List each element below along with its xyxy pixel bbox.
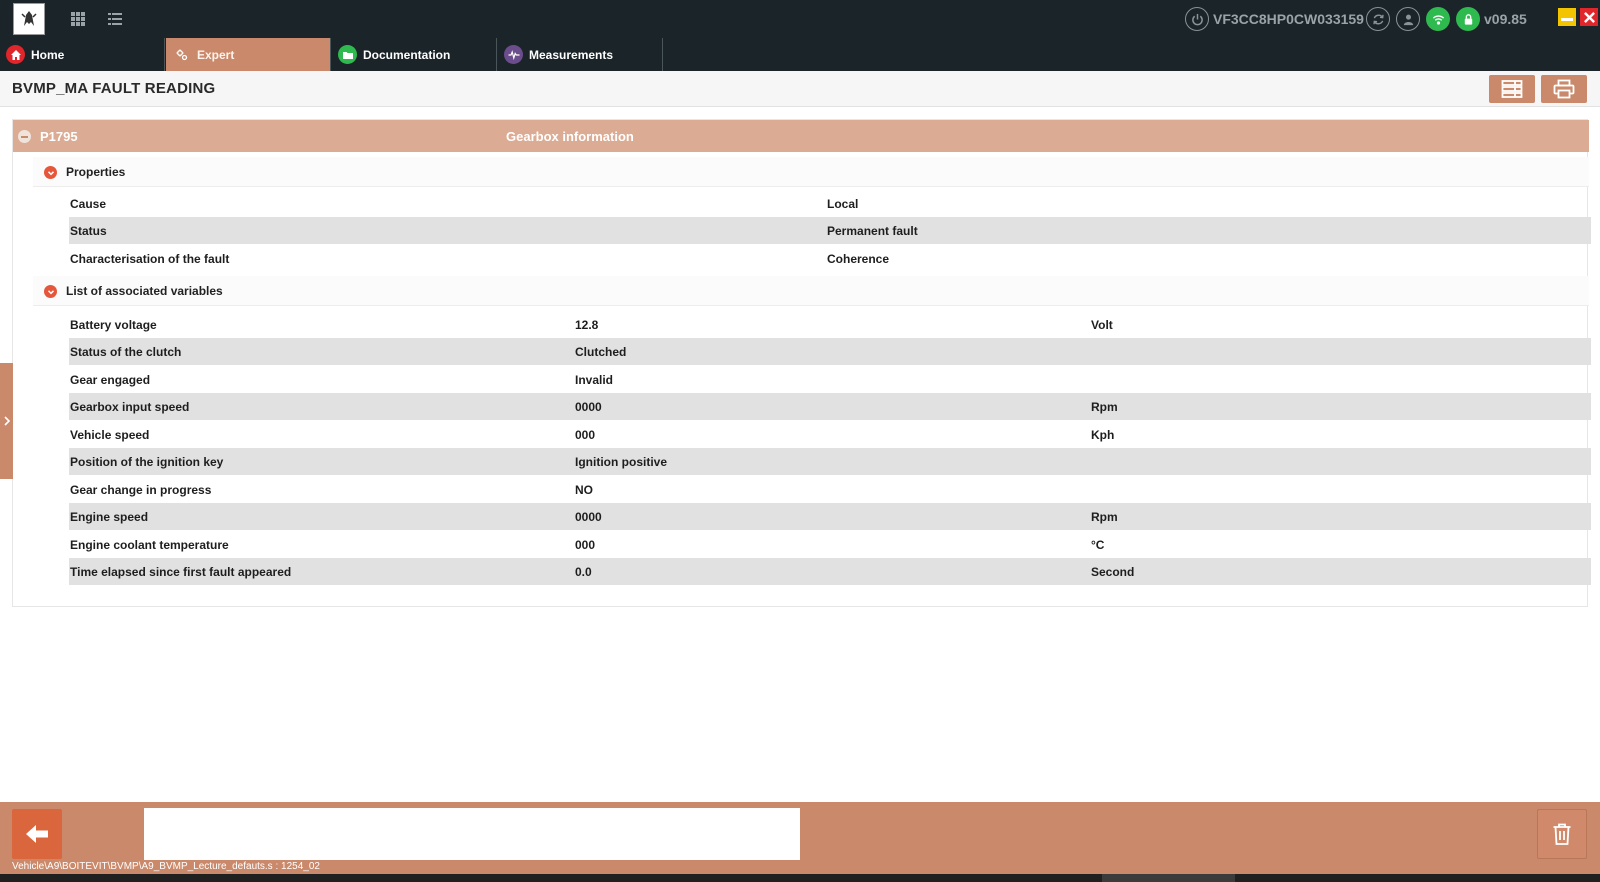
variable-value: Ignition positive [575, 455, 667, 469]
grid-icon[interactable] [69, 10, 87, 28]
script-path: Vehicle\A9\BOITEVIT\BVMP\A9_BVMP_Lecture… [12, 861, 320, 872]
variables-section-header[interactable]: List of associated variables [33, 276, 1589, 306]
property-row: Cause Local [69, 190, 1591, 217]
waveform-icon [504, 45, 523, 64]
variable-unit: °C [1091, 538, 1105, 552]
variable-unit: Second [1091, 565, 1135, 579]
property-label: Status [70, 224, 107, 238]
variable-value: 0.0 [575, 565, 592, 579]
variable-unit: Kph [1091, 428, 1115, 442]
variable-row: Engine speed 0000 Rpm [69, 503, 1591, 530]
variable-label: Position of the ignition key [70, 455, 224, 469]
variable-label: Time elapsed since first fault appeared [70, 565, 292, 579]
variable-label: Gear engaged [70, 373, 151, 387]
properties-section-header[interactable]: Properties [33, 157, 1589, 187]
collapse-fault-toggle[interactable] [18, 130, 31, 143]
variable-value: Clutched [575, 345, 627, 359]
variable-value: 0000 [575, 400, 602, 414]
property-label: Cause [70, 197, 107, 211]
fault-header[interactable]: P1795 Gearbox information [13, 120, 1589, 152]
variables-title: List of associated variables [66, 284, 223, 298]
property-row: Status Permanent fault [69, 217, 1591, 244]
variable-label: Vehicle speed [70, 428, 150, 442]
variable-label: Status of the clutch [70, 345, 182, 359]
variable-row: Vehicle speed 000 Kph [69, 421, 1591, 448]
power-icon[interactable] [1185, 7, 1209, 31]
folder-icon [338, 45, 357, 64]
top-bar: VF3CC8HP0CW033159 v09.85 [0, 0, 1600, 38]
variable-label: Gearbox input speed [70, 400, 190, 414]
variable-unit: Rpm [1091, 510, 1118, 524]
variable-value: Invalid [575, 373, 614, 387]
tab-documentation-label: Documentation [363, 47, 451, 62]
lock-icon [1456, 7, 1480, 31]
variable-label: Battery voltage [70, 318, 157, 332]
fault-code: P1795 [40, 129, 78, 144]
back-button[interactable] [12, 809, 62, 859]
vin-number: VF3CC8HP0CW033159 [1213, 11, 1364, 27]
tab-expert[interactable]: Expert [166, 38, 331, 71]
chevron-down-icon[interactable] [44, 166, 57, 179]
display-options-button[interactable] [1489, 75, 1535, 103]
variable-unit: Volt [1091, 318, 1113, 332]
main-tabs: Home Expert Documentation Measurements [0, 38, 1600, 71]
variable-label: Engine speed [70, 510, 149, 524]
property-value: Permanent fault [827, 224, 918, 238]
print-button[interactable] [1541, 75, 1587, 103]
property-label: Characterisation of the fault [70, 252, 230, 266]
variable-value: 000 [575, 428, 596, 442]
refresh-icon[interactable] [1366, 7, 1390, 31]
variable-row: Status of the clutch Clutched [69, 338, 1591, 365]
variable-unit: Rpm [1091, 400, 1118, 414]
variable-row: Engine coolant temperature 000 °C [69, 531, 1591, 558]
property-value: Local [827, 197, 859, 211]
variable-label: Gear change in progress [70, 483, 212, 497]
tab-measurements-label: Measurements [529, 47, 614, 62]
properties-title: Properties [66, 165, 126, 179]
tab-home-label: Home [31, 47, 65, 62]
tab-expert-label: Expert [197, 47, 235, 62]
variable-row: Time elapsed since first fault appeared … [69, 558, 1591, 585]
variable-value: NO [575, 483, 593, 497]
variable-row: Gear engaged Invalid [69, 366, 1591, 393]
list-settings-icon [1501, 80, 1523, 98]
variable-row: Position of the ignition key Ignition po… [69, 448, 1591, 475]
property-row: Characterisation of the fault Coherence [69, 245, 1591, 272]
variable-value: 0000 [575, 510, 602, 524]
minimize-button[interactable] [1558, 8, 1576, 26]
tab-home[interactable]: Home [0, 38, 165, 71]
home-icon [6, 45, 25, 64]
chevron-down-icon[interactable] [44, 285, 57, 298]
wifi-icon [1426, 7, 1450, 31]
tab-documentation[interactable]: Documentation [332, 38, 497, 71]
side-drawer-handle[interactable] [0, 363, 13, 479]
variable-row: Gearbox input speed 0000 Rpm [69, 393, 1591, 420]
message-area [144, 808, 800, 860]
peugeot-logo [13, 3, 45, 35]
page-title: BVMP_MA FAULT READING [12, 80, 216, 97]
property-value: Coherence [827, 252, 890, 266]
tab-measurements[interactable]: Measurements [498, 38, 663, 71]
close-window-button[interactable] [1580, 8, 1598, 26]
variable-value: 000 [575, 538, 596, 552]
arrow-left-icon [26, 825, 48, 843]
variable-value: 12.8 [575, 318, 599, 332]
fault-description: Gearbox information [506, 129, 634, 144]
page-header: BVMP_MA FAULT READING [0, 71, 1600, 107]
taskbar-strip [0, 874, 1600, 882]
software-version: v09.85 [1484, 11, 1527, 27]
delete-button[interactable] [1537, 809, 1587, 859]
variable-label: Engine coolant temperature [70, 538, 229, 552]
expert-icon [172, 45, 191, 64]
variable-row: Gear change in progress NO [69, 476, 1591, 503]
trash-icon [1553, 823, 1571, 845]
user-icon[interactable] [1396, 7, 1420, 31]
chevron-right-icon [3, 416, 10, 426]
printer-icon [1553, 79, 1575, 99]
list-icon[interactable] [106, 10, 124, 28]
variable-row: Battery voltage 12.8 Volt [69, 311, 1591, 338]
bottom-bar: Vehicle\A9\BOITEVIT\BVMP\A9_BVMP_Lecture… [0, 802, 1600, 874]
fault-panel: P1795 Gearbox information Properties Cau… [12, 119, 1591, 607]
